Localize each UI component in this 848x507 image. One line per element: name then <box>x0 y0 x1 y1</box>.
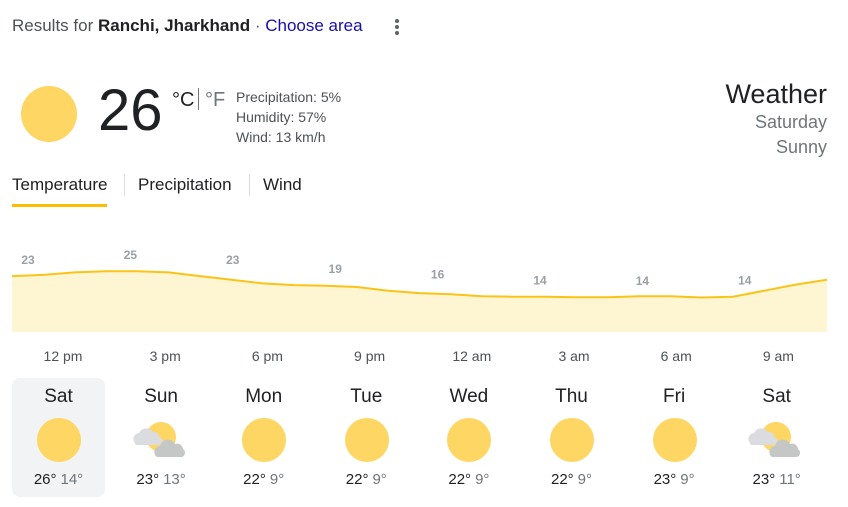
day-forecast-sat[interactable]: Sat 23° 11° <box>730 378 823 497</box>
temperature-data-label: 19 <box>329 262 343 276</box>
day-name: Mon <box>245 386 283 407</box>
sun-icon <box>241 417 287 463</box>
temperature-area <box>12 271 827 332</box>
temperature-data-label: 25 <box>124 248 138 262</box>
time-axis: 12 pm 3 pm 6 pm 9 pm 12 am 3 am 6 am 9 am <box>0 348 848 368</box>
weather-details: Precipitation: 5% Humidity: 57% Wind: 13… <box>236 87 341 147</box>
day-name: Sat <box>44 386 73 407</box>
day-forecast-wed[interactable]: Wed 22° 9° <box>422 378 515 497</box>
tab-divider <box>124 174 125 196</box>
temperature-data-label: 14 <box>738 273 752 287</box>
weather-condition: Sunny <box>775 137 827 157</box>
precipitation-text: Precipitation: 5% <box>236 89 342 105</box>
time-label: 9 am <box>762 348 794 364</box>
tab-temperature[interactable]: Temperature <box>12 172 108 207</box>
day-temperatures: 22° 9° <box>422 471 515 488</box>
low-temperature: 9° <box>372 471 387 488</box>
day-forecast-mon[interactable]: Mon 22° 9° <box>217 378 310 497</box>
low-temperature: 9° <box>680 471 695 488</box>
unit-divider <box>198 88 199 110</box>
high-temperature: 22° <box>448 471 472 488</box>
day-temperatures: 22° 9° <box>217 471 310 488</box>
sun-icon <box>652 417 698 463</box>
fahrenheit-toggle[interactable]: °F <box>205 89 225 112</box>
day-temperatures: 26° 14° <box>12 471 105 488</box>
day-forecast-sat[interactable]: Sat 26° 14° <box>12 378 105 497</box>
low-temperature: 13° <box>163 471 186 488</box>
temperature-data-label: 14 <box>533 273 547 287</box>
time-label: 12 pm <box>43 348 83 364</box>
choose-area-link[interactable]: Choose area <box>265 16 362 35</box>
sun-icon <box>549 417 595 463</box>
tab-precipitation[interactable]: Precipitation <box>138 172 232 198</box>
partly-cloudy-icon <box>748 417 801 463</box>
current-temperature: 26 <box>98 78 163 143</box>
tab-divider <box>249 174 250 196</box>
day-forecast-fri[interactable]: Fri 23° 9° <box>628 378 721 497</box>
weather-title: Weather <box>725 79 827 109</box>
low-temperature: 9° <box>577 471 593 488</box>
temperature-data-label: 16 <box>431 268 445 282</box>
sun-icon <box>446 417 492 463</box>
day-forecast-sun[interactable]: Sun 23° 13° <box>115 378 208 497</box>
day-temperatures: 23° 11° <box>730 471 823 488</box>
results-prefix: Results for <box>12 16 94 35</box>
day-name: Sat <box>762 386 791 407</box>
day-temperatures: 23° 9° <box>628 471 721 488</box>
day-name: Tue <box>350 386 383 407</box>
day-name: Wed <box>449 386 489 407</box>
sun-icon <box>21 86 77 142</box>
temperature-chart: 23 25 23 19 16 14 14 14 <box>11 248 828 332</box>
separator-dot: · <box>254 16 261 35</box>
more-options-icon[interactable] <box>386 14 408 40</box>
time-label: 6 am <box>660 348 692 364</box>
humidity-text: Humidity: 57% <box>236 109 327 125</box>
day-temperatures: 23° 13° <box>115 471 208 488</box>
results-header: Results for Ranchi, Jharkhand · Choose a… <box>12 16 363 36</box>
high-temperature: 26° <box>33 471 57 488</box>
weather-summary: Weather Saturday Sunny <box>725 78 827 160</box>
celsius-toggle[interactable]: °C <box>172 89 194 112</box>
high-temperature: 22° <box>243 471 266 488</box>
day-name: Sun <box>144 386 178 407</box>
wind-text: Wind: 13 km/h <box>236 129 326 145</box>
day-forecast-thu[interactable]: Thu 22° 9° <box>525 378 618 497</box>
low-temperature: 11° <box>779 471 801 488</box>
time-label: 12 am <box>452 348 492 364</box>
tab-wind[interactable]: Wind <box>263 172 302 198</box>
weather-day: Saturday <box>754 112 827 132</box>
time-label: 9 pm <box>354 348 386 364</box>
day-name: Fri <box>663 386 686 407</box>
day-temperatures: 22° 9° <box>525 471 618 488</box>
day-name: Thu <box>555 386 588 407</box>
high-temperature: 23° <box>136 471 160 488</box>
temperature-data-label: 23 <box>226 253 240 267</box>
time-label: 6 pm <box>251 348 283 364</box>
low-temperature: 9° <box>269 471 285 488</box>
sun-icon <box>344 417 390 463</box>
location-name: Ranchi, Jharkhand <box>97 16 251 35</box>
partly-cloudy-icon <box>133 417 185 463</box>
high-temperature: 23° <box>653 471 677 488</box>
sun-icon <box>36 417 82 463</box>
day-temperatures: 22° 9° <box>320 471 413 488</box>
day-forecast-tue[interactable]: Tue 22° 9° <box>320 378 413 497</box>
low-temperature: 9° <box>475 471 490 488</box>
high-temperature: 22° <box>550 471 574 488</box>
time-label: 3 am <box>558 348 590 364</box>
temperature-data-label: 14 <box>636 274 650 288</box>
high-temperature: 23° <box>752 471 776 488</box>
high-temperature: 22° <box>345 471 369 488</box>
time-label: 3 pm <box>149 348 181 364</box>
daily-forecast: Sat 26° 14° Sun 23° 13° Mon 22° 9° Tue 22° 9° Wed 22°… <box>0 378 848 498</box>
temperature-data-label: 23 <box>21 253 35 267</box>
low-temperature: 14° <box>60 471 84 488</box>
